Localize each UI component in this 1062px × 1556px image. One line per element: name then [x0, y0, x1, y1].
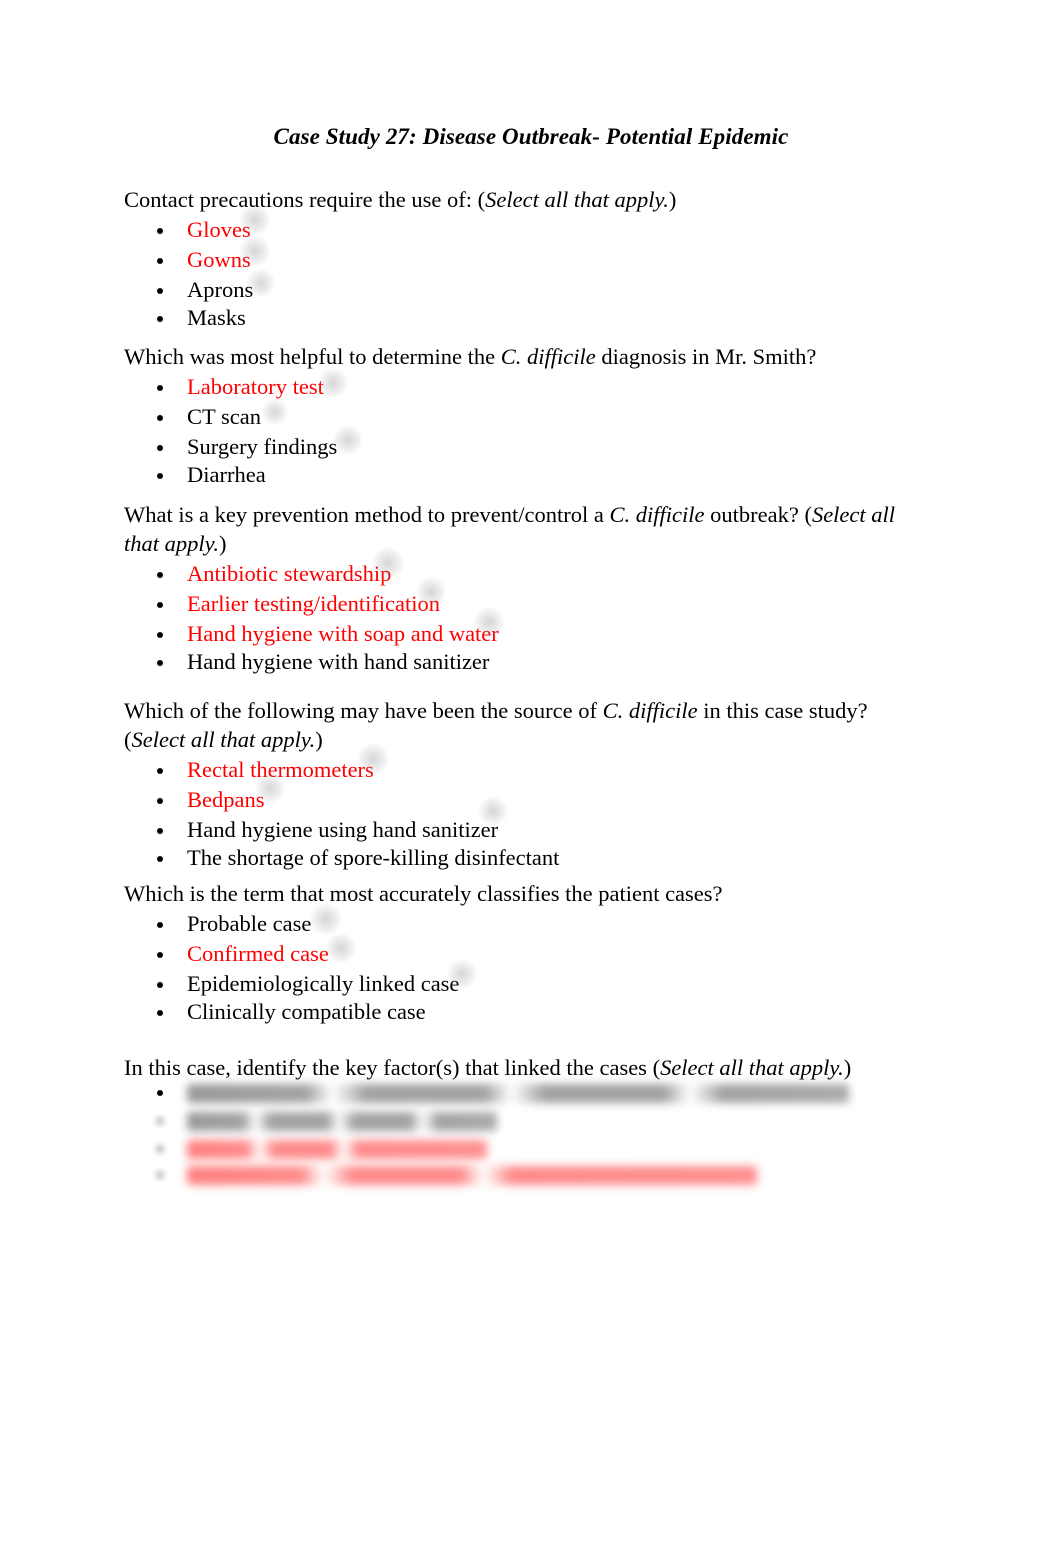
option-bullet [157, 1090, 163, 1096]
option-list-5: Probable case Confirmed case Epidemiolog… [124, 910, 914, 1026]
option-bullet [157, 1146, 163, 1152]
option-item-redacted[interactable] [187, 1140, 487, 1159]
option-bullet [157, 1118, 163, 1124]
option-list-2: Laboratory test CT scan Surgery findings… [124, 373, 914, 489]
option-item-redacted-text [124, 1082, 125, 1083]
option-item[interactable]: Epidemiologically linked case [124, 970, 914, 998]
option-item[interactable]: CT scan [124, 403, 914, 431]
question-prompt-5: Which is the term that most accurately c… [124, 881, 723, 906]
option-item[interactable]: The shortage of spore-killing disinfecta… [124, 844, 914, 872]
option-item[interactable]: Gloves [124, 216, 914, 244]
option-item[interactable]: Bedpans [124, 786, 914, 814]
question-block-6: In this case, identify the key factor(s)… [124, 1053, 914, 1082]
question-prompt-6: In this case, identify the key factor(s)… [124, 1055, 852, 1080]
option-item-redacted-text [124, 1082, 125, 1083]
option-item[interactable]: Antibiotic stewardship [124, 560, 914, 588]
option-item[interactable]: Aprons [124, 276, 914, 304]
option-item[interactable]: Surgery findings [124, 433, 914, 461]
option-item-redacted[interactable] [187, 1166, 757, 1185]
option-list-3: Antibiotic stewardship Earlier testing/i… [124, 560, 914, 676]
option-item[interactable]: Clinically compatible case [124, 998, 914, 1026]
option-item[interactable]: Earlier testing/identification [124, 590, 914, 618]
question-block-3: What is a key prevention method to preve… [124, 500, 914, 676]
question-block-5: Which is the term that most accurately c… [124, 879, 914, 1026]
option-item[interactable]: Rectal thermometers [124, 756, 914, 784]
option-item[interactable]: Hand hygiene with soap and water [124, 620, 914, 648]
question-prompt-2: Which was most helpful to determine the … [124, 344, 817, 369]
question-prompt-4: Which of the following may have been the… [124, 698, 868, 752]
option-list-1: Gloves Gowns Aprons Masks [124, 216, 914, 332]
page-title: Case Study 27: Disease Outbreak- Potenti… [273, 124, 789, 149]
option-item-redacted-text [124, 1082, 125, 1083]
option-list-6-redacted [124, 1082, 914, 1197]
option-item[interactable]: Masks [124, 304, 914, 332]
option-item[interactable]: Hand hygiene using hand sanitizer [124, 816, 914, 844]
option-bullet [157, 1172, 163, 1178]
question-block-2: Which was most helpful to determine the … [124, 342, 914, 489]
option-item[interactable]: Gowns [124, 246, 914, 274]
option-item-redacted-text [124, 1082, 125, 1083]
option-item-redacted[interactable] [187, 1112, 497, 1131]
option-item[interactable]: Confirmed case [124, 940, 914, 968]
option-list-4: Rectal thermometers Bedpans Hand hygiene… [124, 756, 914, 872]
option-item-redacted[interactable] [187, 1084, 849, 1103]
question-prompt-3: What is a key prevention method to preve… [124, 502, 896, 556]
option-item[interactable]: Diarrhea [124, 461, 914, 489]
option-item[interactable]: Probable case [124, 910, 914, 938]
question-prompt-1: Contact precautions require the use of: … [124, 187, 677, 212]
option-item[interactable]: Hand hygiene with hand sanitizer [124, 648, 914, 676]
question-block-4: Which of the following may have been the… [124, 696, 914, 872]
question-block-1: Contact precautions require the use of: … [124, 185, 914, 332]
document-page: Case Study 27: Disease Outbreak- Potenti… [0, 0, 1062, 1556]
option-item[interactable]: Laboratory test [124, 373, 914, 401]
